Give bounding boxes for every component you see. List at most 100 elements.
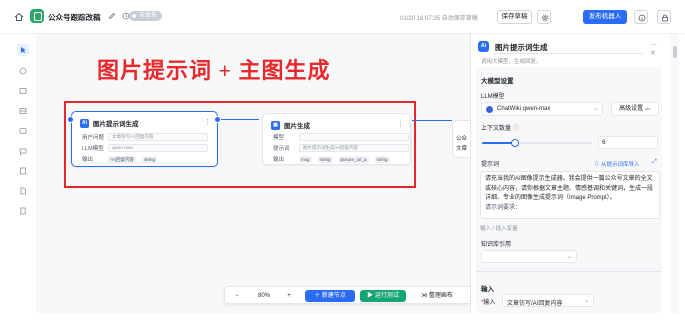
row-label: LLM模型 <box>82 146 104 152</box>
rail-item-chat[interactable] <box>17 65 29 77</box>
chevron-up-icon: ︿ <box>644 106 651 112</box>
node-title: 图片提示词生成 <box>93 121 139 128</box>
lock-button[interactable] <box>657 10 671 24</box>
row-value: 图片提示词生成/AI回复内容 <box>299 144 409 152</box>
node-settings-panel: Ai 图片提示词生成 ⋯ ✕ 调用大模型，生成回复。 大模型设置 LLM模型 C… <box>470 34 670 313</box>
autosave-time: 01/20 16:07:35 自动保存草稿 <box>400 16 478 22</box>
app-title[interactable]: 公众号跟踪改稿 <box>48 12 101 23</box>
context-label: 上下文数量 ⓘ <box>481 123 519 132</box>
more-icon[interactable]: ⋮ <box>204 118 211 126</box>
row-value: 文章仿写/AI回复内容 <box>108 133 208 141</box>
panel-title[interactable]: 图片提示词生成 <box>495 42 548 53</box>
output-type-chip: string <box>374 155 390 163</box>
model-select[interactable]: ChatWiki qwen-max ⌄ <box>481 102 603 116</box>
arrange-canvas-button[interactable]: ⋊ 整理画布 <box>411 290 463 302</box>
import-prompt-link[interactable]: ⇩ 从提示词库导入 <box>594 160 640 168</box>
rail-item-database[interactable] <box>17 165 29 177</box>
row-label: 提示词 <box>273 146 290 152</box>
node-next-partial[interactable]: 公众 文章 <box>452 120 470 158</box>
info-icon <box>638 14 646 22</box>
rail-item-doc[interactable] <box>17 185 29 197</box>
input-variable-select[interactable]: 文章仿写/AI回复内容 ⌄ <box>502 294 594 307</box>
context-label-text: 上下文数量 <box>481 126 512 132</box>
run-test-label: 运行测试 <box>374 293 399 299</box>
ai-icon: Ai <box>478 41 489 52</box>
code-icon <box>19 128 27 134</box>
add-node-button[interactable]: ＋ 新建节点 <box>305 290 355 302</box>
rail-item-table[interactable] <box>17 105 29 117</box>
rail-item-image[interactable] <box>17 85 29 97</box>
chevron-down-icon: ⌄ <box>583 298 589 304</box>
output-port[interactable] <box>214 116 221 123</box>
insert-variable-hint[interactable]: 输入 / 插入变量 <box>480 224 518 232</box>
kb-label: 知识库引用 <box>481 242 512 248</box>
gear-icon <box>541 14 549 22</box>
file-icon <box>20 207 26 215</box>
model-name: ChatWiki qwen-max <box>497 106 551 112</box>
panel-more-icon[interactable]: ⋯ ✕ <box>650 41 670 57</box>
run-test-button[interactable]: ▶ 运行测试 <box>360 290 406 302</box>
connection-line <box>221 119 259 120</box>
prompt-text: 请充当我的AI图像提示生成器。我会提供一篇公众号文章的全文或核心内容，请你根据文… <box>485 176 654 201</box>
kb-select[interactable]: ⌄ <box>481 250 577 263</box>
row-label: 模型 <box>273 135 285 141</box>
advanced-settings-button[interactable]: 高级设置 ︿ <box>611 102 659 116</box>
panel-body: 大模型设置 LLM模型 ChatWiki qwen-max ⌄ 高级设置 ︿ 上… <box>476 67 662 313</box>
canvas-annotation-title: 图片提示词 + 主图生成 <box>97 58 331 83</box>
node-image-prompt-gen[interactable]: Ai 图片提示词生成 ⋮ 用户问题 文章仿写/AI回复内容 LLM模型 qwen… <box>71 111 218 167</box>
node-toolbox-rail <box>12 38 34 313</box>
rail-item-file[interactable] <box>17 205 29 217</box>
edit-icon[interactable] <box>108 12 116 20</box>
output-type-chip: string <box>142 155 158 163</box>
output-type-chip: string <box>317 155 333 163</box>
zoom-level: 80% <box>257 293 270 299</box>
zoom-out-button[interactable]: − <box>231 290 243 302</box>
context-slider[interactable] <box>482 139 592 147</box>
home-icon[interactable] <box>14 12 24 22</box>
context-number-input[interactable]: 6 <box>598 136 658 149</box>
llm-label: LLM模型 <box>481 94 505 100</box>
image-node-icon: ▣ <box>271 120 280 130</box>
chevron-down-icon: ⌄ <box>566 254 572 260</box>
slider-thumb[interactable] <box>511 139 519 147</box>
rail-item-select[interactable] <box>17 44 29 56</box>
database-icon <box>20 167 26 175</box>
more-icon[interactable]: ⋮ <box>397 120 404 128</box>
node-title: 图片生成 <box>284 123 310 130</box>
rail-item-message[interactable] <box>17 145 29 157</box>
zoom-in-button[interactable]: + <box>283 290 295 302</box>
image-icon <box>19 88 27 94</box>
stub-label: 文章 <box>456 146 468 152</box>
expand-icon[interactable]: ⤢ <box>652 159 657 166</box>
table-icon <box>19 108 27 114</box>
advanced-label: 高级设置 <box>619 106 644 112</box>
chevron-down-icon[interactable] <box>94 12 102 20</box>
save-draft-button[interactable]: 保存草稿 <box>497 10 532 24</box>
lock-icon <box>662 14 668 22</box>
prompt-label: 提示词 <box>481 162 500 168</box>
output-chip: msg <box>299 155 312 163</box>
panel-scrollbar[interactable] <box>671 34 679 313</box>
document-icon <box>20 187 26 195</box>
output-chip: *AI回复内容 <box>108 155 137 163</box>
input-field-label-text: 输入 <box>483 300 496 306</box>
chevron-down-icon: ⌄ <box>592 106 598 112</box>
help-button[interactable] <box>634 10 648 24</box>
rail-item-code[interactable] <box>17 125 29 137</box>
chat-icon <box>19 67 27 75</box>
panel-description: 调用大模型，生成回复。 <box>481 59 542 65</box>
prompt-textarea[interactable]: 请充当我的AI图像提示生成器。我会提供一篇公众号文章的全文或核心内容，请你根据文… <box>480 171 660 219</box>
status-badge: 未发布 <box>129 11 163 21</box>
node-image-generation[interactable]: ▣ 图片生成 ⋮ 模型 提示词 图片提示词生成/AI回复内容 输出 msg st… <box>262 113 411 165</box>
stub-label: 公众 <box>456 136 468 142</box>
output-label: 输出 <box>82 157 94 163</box>
scrollbar-thumb[interactable] <box>673 46 677 58</box>
input-port[interactable] <box>67 116 74 123</box>
help-icon[interactable]: ⓘ <box>513 126 519 132</box>
row-value: qwen-max <box>108 144 208 152</box>
publish-button[interactable]: 发布机器人 <box>583 10 627 24</box>
connection-line <box>412 120 452 121</box>
settings-button[interactable] <box>537 10 551 24</box>
section-title: 大模型设置 <box>481 78 514 85</box>
row-label: 用户问题 <box>82 135 105 141</box>
